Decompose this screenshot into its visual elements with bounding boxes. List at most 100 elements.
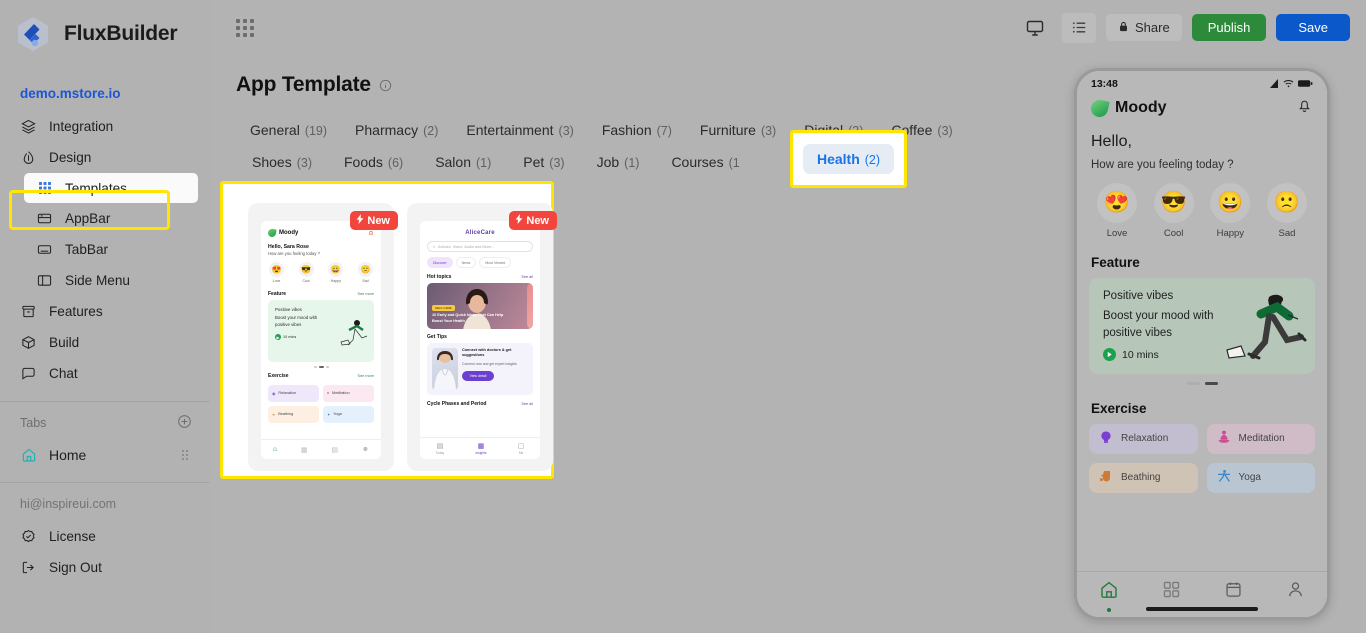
save-button[interactable]: Save: [1276, 14, 1350, 41]
preview-mood-cool[interactable]: 😎 Cool: [1150, 183, 1198, 239]
preview-app-name: Moody: [1115, 99, 1167, 116]
category-label: General: [250, 122, 300, 138]
category-job[interactable]: Job (1): [581, 147, 656, 177]
sidebar-item-design[interactable]: Design: [0, 142, 210, 173]
tabs-section-label: Tabs: [20, 416, 47, 430]
nav-calendar[interactable]: [1224, 580, 1243, 604]
preview-question: How are you feeling today ?: [1091, 159, 1234, 171]
category-label: Pharmacy: [355, 122, 419, 138]
category-pet[interactable]: Pet (3): [507, 147, 580, 177]
template-card-moody[interactable]: New Moody Hello, Sara Rose How are you f…: [248, 203, 398, 471]
exercise-label: Yoga: [1238, 472, 1261, 483]
info-icon[interactable]: [379, 79, 392, 92]
mini-section-title: Get Tips: [427, 334, 447, 340]
preview-mood-sad[interactable]: 🙁 Sad: [1263, 183, 1311, 239]
category-count: (3): [549, 156, 565, 170]
share-button[interactable]: Share: [1106, 14, 1182, 41]
logout-icon: [20, 559, 37, 576]
preview-mood-love[interactable]: 😍 Love: [1093, 183, 1141, 239]
category-count: (1): [624, 156, 640, 170]
site-link[interactable]: demo.mstore.io: [0, 68, 210, 111]
nav-apps[interactable]: [1162, 580, 1181, 604]
sidebar-item-license[interactable]: License: [0, 521, 210, 552]
mini-see-all: See all: [521, 402, 533, 406]
sidebar-item-side-menu[interactable]: Side Menu: [0, 265, 210, 296]
archive-icon: [20, 303, 37, 320]
category-salon[interactable]: Salon (1): [419, 147, 507, 177]
template-preview-moody: Moody Hello, Sara Rose How are you feeli…: [261, 221, 381, 459]
sidebar-item-templates[interactable]: Templates: [24, 173, 198, 203]
exercise-tile-relaxation[interactable]: Relaxation: [1089, 423, 1198, 454]
bolt-icon: [356, 214, 364, 227]
category-count: (2): [864, 153, 881, 167]
nav-profile[interactable]: [1286, 580, 1305, 604]
template-list-wrapper: New Moody Hello, Sara Rose How are you f…: [220, 181, 570, 479]
app-root: FluxBuilder demo.mstore.io Integration D…: [0, 0, 1366, 633]
category-shoes[interactable]: Shoes (3): [236, 147, 328, 177]
sidebar-item-integration[interactable]: Integration: [0, 111, 210, 142]
category-health[interactable]: Health (2): [802, 144, 895, 174]
home-icon: [20, 447, 37, 464]
sidebar-item-label: Templates: [65, 180, 127, 196]
preview-feature-card[interactable]: Positive vibes Boost your mood with posi…: [1089, 278, 1315, 374]
mini-nav-profile-icon: ▢: [517, 443, 525, 450]
category-courses[interactable]: Courses (1: [655, 147, 755, 177]
signal-icon: [1269, 75, 1279, 93]
mini-nav-calendar-icon: ▤: [436, 443, 444, 450]
mini-nav-apps-icon: ▦: [300, 446, 308, 454]
play-icon[interactable]: [1103, 348, 1116, 362]
new-badge: New: [350, 211, 398, 230]
category-count: (1): [476, 156, 492, 170]
list-icon[interactable]: [1062, 12, 1097, 43]
plus-circle-icon[interactable]: [177, 414, 192, 432]
battery-icon: [1298, 75, 1313, 93]
sidebar-item-label: Chat: [49, 366, 78, 381]
preview-mood-happy[interactable]: 😀 Happy: [1206, 183, 1254, 239]
monitor-icon[interactable]: [1018, 13, 1052, 43]
category-label: Courses: [671, 154, 724, 170]
meditation-icon: [1217, 430, 1231, 447]
mini-section-title: Hot topics: [427, 274, 452, 280]
sidebar-item-appbar[interactable]: AppBar: [0, 203, 210, 234]
mini-section-title: Feature: [268, 291, 287, 297]
sidebar-item-label: Sign Out: [49, 560, 102, 575]
exercise-label: Meditation: [1238, 433, 1285, 444]
nav-home[interactable]: [1099, 580, 1119, 612]
sidebar-item-chat[interactable]: Chat: [0, 358, 210, 389]
sidebar-item-features[interactable]: Features: [0, 296, 210, 327]
mini-brand: Moody: [279, 230, 299, 236]
mini-mood-label: Sad: [362, 279, 369, 283]
appbar-icon: [36, 210, 53, 227]
grid-apps-icon[interactable]: [236, 18, 254, 37]
category-pharmacy[interactable]: Pharmacy (2): [341, 115, 452, 145]
sidebar-tab-home[interactable]: Home: [0, 440, 210, 470]
preview-hello: Hello,: [1091, 133, 1132, 150]
category-label: Salon: [435, 154, 471, 170]
category-furniture[interactable]: Furniture (3): [686, 115, 790, 145]
phone-status-bar: 13:48: [1077, 71, 1327, 93]
publish-button[interactable]: Publish: [1191, 14, 1267, 41]
category-fashion[interactable]: Fashion (7): [588, 115, 686, 145]
sidebar-item-label: TabBar: [65, 242, 109, 257]
exercise-tile-beathing[interactable]: Beathing: [1089, 462, 1198, 493]
bell-icon[interactable]: [1296, 97, 1313, 119]
category-entertainment[interactable]: Entertainment (3): [452, 115, 587, 145]
drag-handle-icon[interactable]: [182, 450, 188, 460]
sidebar-item-sign-out[interactable]: Sign Out: [0, 552, 210, 583]
exercise-tile-meditation[interactable]: Meditation: [1206, 423, 1315, 454]
mini-chip: News: [455, 257, 477, 268]
mood-label: Sad: [1278, 228, 1296, 239]
sidebar-item-build[interactable]: Build: [0, 327, 210, 358]
mood-sad-icon: 🙁: [1266, 183, 1307, 223]
mini-chip: Most Viewed: [479, 257, 512, 268]
preview-feature-duration: 10 mins: [1122, 348, 1159, 361]
sidebar-item-tabbar[interactable]: TabBar: [0, 234, 210, 265]
category-foods[interactable]: Foods (6): [328, 147, 419, 177]
brain-icon: [1099, 430, 1113, 447]
mini-feature-title: Positive vibes: [275, 307, 302, 312]
template-card-alicecare[interactable]: New AliceCare ⌕ Articles, Video, Audio a…: [407, 203, 557, 471]
category-label: Fashion: [601, 122, 652, 138]
exercise-tile-yoga[interactable]: Yoga: [1206, 462, 1315, 493]
category-general[interactable]: General (19): [236, 115, 341, 145]
profile-icon: [1286, 580, 1305, 604]
